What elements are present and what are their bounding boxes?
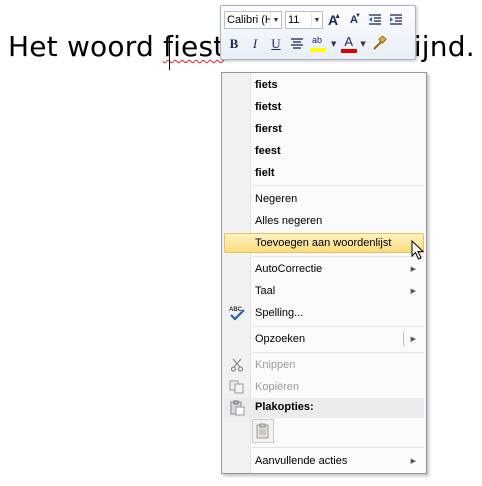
chevron-down-icon[interactable]: ▼ (270, 12, 281, 28)
autocorrect-label: AutoCorrectie (255, 263, 323, 275)
misspelled-word[interactable]: fiest (163, 30, 224, 63)
menu-separator (253, 447, 424, 448)
suggestion-item[interactable]: fierst (224, 119, 424, 139)
mini-toolbar-row-1: Calibri (H ▼ 11 ▼ A ▲ A ▼ (224, 9, 407, 31)
cut-item[interactable]: Knippen (224, 355, 424, 375)
submenu-arrow-icon[interactable]: ▶ (411, 335, 416, 343)
context-menu: fiets fietst fierst feest fielt Negeren … (221, 72, 427, 474)
mini-toolbar-row-2: B I U ab ▼ A ▼ (224, 33, 390, 55)
font-color-icon: A (344, 34, 354, 49)
highlight-color-swatch (310, 48, 326, 52)
font-name-combo[interactable]: Calibri (H ▼ (224, 11, 282, 29)
shrink-font-button[interactable]: A ▼ (344, 10, 364, 30)
additional-actions-item[interactable]: Aanvullende acties ▶ (224, 451, 424, 471)
chevron-down-icon[interactable]: ▼ (311, 12, 322, 28)
split-divider (403, 332, 404, 346)
mini-toolbar: Calibri (H ▼ 11 ▼ A ▲ A ▼ B I U ab ▼ A ▼ (220, 5, 416, 60)
paste-options-header: Plakopties: (224, 398, 424, 418)
format-painter-button[interactable] (369, 34, 389, 54)
suggestion-item[interactable]: fielt (224, 163, 424, 183)
submenu-arrow-icon: ▶ (410, 266, 416, 273)
ignore-label: Negeren (255, 193, 298, 205)
autocorrect-item[interactable]: AutoCorrectie ▶ (224, 259, 424, 279)
copy-label: Kopiëren (255, 381, 300, 393)
font-size-value: 11 (288, 14, 300, 26)
chevron-down-icon[interactable]: ▼ (331, 40, 336, 48)
increase-indent-icon (390, 14, 402, 25)
highlight-button[interactable]: ab (308, 34, 330, 54)
center-align-icon (291, 38, 303, 49)
text-before: Het woord (8, 30, 164, 63)
format-painter-icon (373, 36, 387, 50)
suggestion-item[interactable]: fietst (224, 97, 424, 117)
spelling-check-icon: ABC (227, 304, 247, 322)
lookup-item[interactable]: Opzoeken ▶ (224, 329, 424, 349)
suggestion-item[interactable]: feest (224, 141, 424, 161)
italic-button[interactable]: I (245, 34, 265, 54)
menu-separator (253, 256, 424, 257)
paste-keep-text-button[interactable] (252, 419, 274, 443)
font-name-value: Calibri (H (227, 14, 270, 26)
ignore-all-label: Alles negeren (255, 215, 323, 227)
ignore-item[interactable]: Negeren (224, 189, 424, 209)
center-align-button[interactable] (287, 34, 307, 54)
menu-separator (253, 185, 424, 186)
submenu-arrow-icon: ▶ (410, 288, 416, 295)
suggestion-label: fiets (255, 79, 278, 91)
mouse-pointer-icon (411, 240, 425, 260)
suggestion-label: feest (255, 145, 281, 157)
cut-label: Knippen (255, 359, 296, 371)
ignore-all-item[interactable]: Alles negeren (224, 211, 424, 231)
font-size-combo[interactable]: 11 ▼ (285, 11, 323, 29)
chevron-down-icon[interactable]: ▼ (360, 40, 365, 48)
menu-separator (253, 326, 424, 327)
add-to-dictionary-label: Toevoegen aan woordenlijst (255, 237, 392, 249)
increase-indent-button[interactable] (386, 10, 406, 30)
language-label: Taal (255, 285, 276, 297)
submenu-arrow-icon: ▶ (410, 458, 416, 465)
copy-item[interactable]: Kopiëren (224, 377, 424, 397)
suggestion-label: fietst (255, 101, 282, 113)
underline-button[interactable]: U (266, 34, 286, 54)
clipboard-icon (256, 423, 269, 439)
decrease-indent-icon (369, 14, 381, 25)
decrease-indent-button[interactable] (365, 10, 385, 30)
additional-actions-label: Aanvullende acties (255, 455, 348, 467)
grow-font-button[interactable]: A ▲ (323, 10, 343, 30)
spelling-label: Spelling... (255, 307, 304, 319)
add-to-dictionary-item[interactable]: Toevoegen aan woordenlijst (224, 233, 424, 253)
paste-options-label: Plakopties: (255, 401, 314, 413)
highlight-icon: ab (312, 35, 323, 45)
font-color-button[interactable]: A (339, 34, 359, 54)
paste-icon (227, 399, 247, 417)
suggestion-item[interactable]: fiets (224, 75, 424, 95)
bold-button[interactable]: B (224, 34, 244, 54)
text-caret (169, 36, 170, 70)
copy-icon (227, 378, 247, 396)
scissors-icon (227, 356, 247, 374)
spelling-item[interactable]: ABC Spelling... (224, 303, 424, 323)
suggestion-label: fierst (255, 123, 282, 135)
menu-separator (253, 352, 424, 353)
lookup-label: Opzoeken (255, 333, 306, 345)
language-item[interactable]: Taal ▶ (224, 281, 424, 301)
font-color-swatch (341, 49, 358, 53)
suggestion-label: fielt (255, 167, 275, 179)
